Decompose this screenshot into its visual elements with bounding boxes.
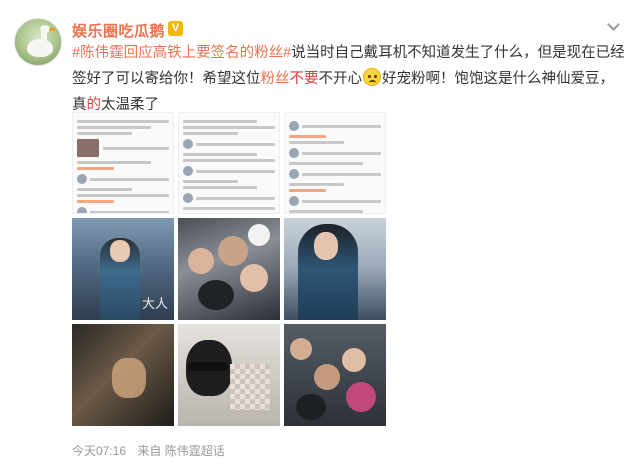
image-7[interactable] — [72, 324, 174, 426]
de-word: 的 — [86, 97, 102, 113]
verified-badge-icon: V — [168, 21, 183, 36]
fans-word: 粉丝 — [260, 71, 290, 87]
hashtag-link[interactable]: #陈伟霆回应高铁上要签名的粉丝# — [72, 45, 291, 61]
post-footer: 今天07:16 来自 陈伟霆超话 — [72, 442, 233, 459]
post-source[interactable]: 来自 陈伟霆超话 — [137, 444, 224, 458]
image-4-overlay-text: 大人 — [141, 297, 168, 312]
image-4[interactable]: 大人 — [72, 218, 174, 320]
image-8[interactable] — [178, 324, 280, 426]
pouting-emoji-icon — [363, 68, 381, 86]
image-6[interactable] — [284, 218, 386, 320]
goose-beak — [49, 28, 55, 31]
image-2[interactable] — [178, 112, 280, 214]
image-1[interactable] — [72, 112, 174, 214]
author-name[interactable]: 娱乐圈吃瓜鹅 — [72, 20, 165, 41]
avatar[interactable] — [14, 18, 62, 66]
image-9[interactable] — [284, 324, 386, 426]
post-text-part-2: 不开心 — [318, 71, 363, 87]
bu-word: 不要 — [289, 71, 319, 87]
post-time[interactable]: 今天07:16 — [72, 444, 126, 458]
image-3[interactable] — [284, 112, 386, 214]
post-text-part-4: 太温柔了 — [101, 97, 159, 113]
image-5[interactable] — [178, 218, 280, 320]
goose-body — [27, 39, 53, 57]
chevron-down-icon[interactable] — [607, 18, 620, 31]
